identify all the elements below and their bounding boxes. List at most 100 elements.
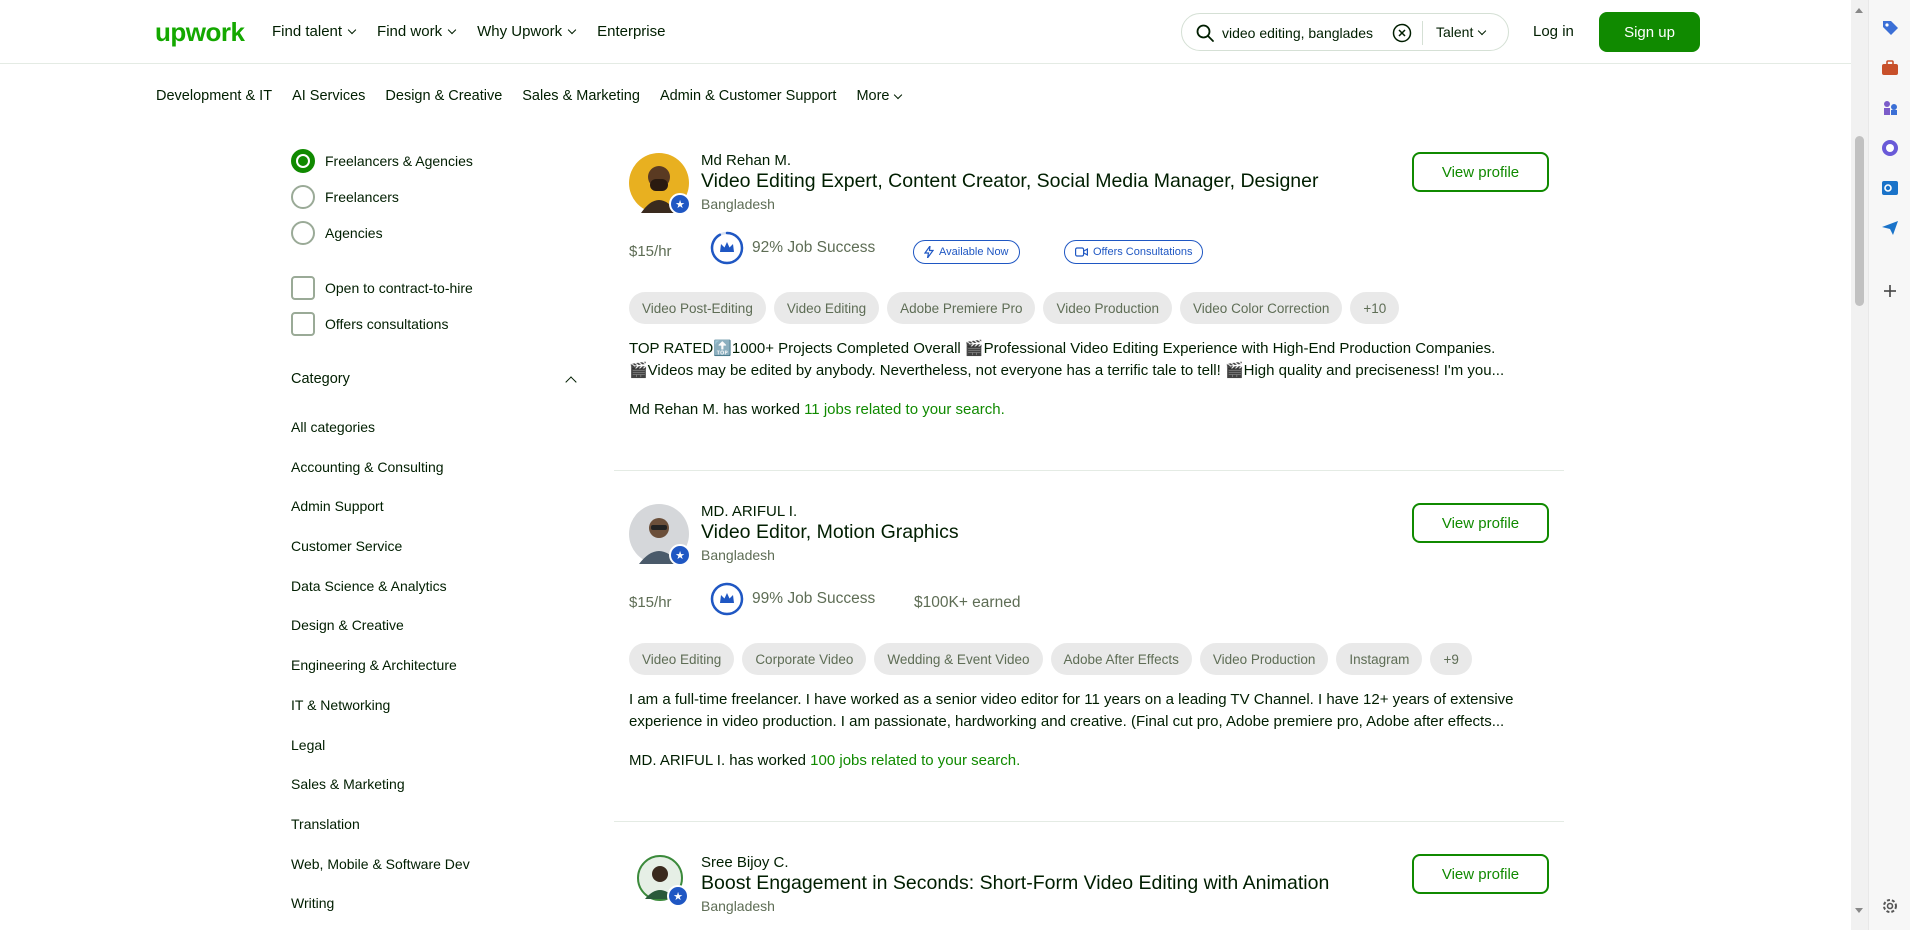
- freelancer-card[interactable]: ★ MD. ARIFUL I. Video Editor, Motion Gra…: [614, 501, 1564, 801]
- catnav-development-it[interactable]: Development & IT: [156, 88, 272, 104]
- category-web-mobile-dev[interactable]: Web, Mobile & Software Dev: [291, 856, 470, 872]
- page-scrollbar[interactable]: [1851, 0, 1868, 930]
- catnav-admin-support[interactable]: Admin & Customer Support: [660, 88, 837, 104]
- skill-tag[interactable]: Video Production: [1043, 292, 1173, 324]
- filter-contract-to-hire[interactable]: Open to contract-to-hire: [291, 276, 473, 300]
- skill-tag[interactable]: Video Editing: [773, 292, 880, 324]
- nav-find-work[interactable]: Find work: [377, 23, 457, 40]
- checkbox[interactable]: [291, 276, 315, 300]
- skill-tag[interactable]: Corporate Video: [742, 643, 867, 675]
- nav-enterprise[interactable]: Enterprise: [597, 23, 665, 40]
- chevron-up-icon[interactable]: [565, 375, 577, 388]
- filter-radio-agencies[interactable]: Agencies: [291, 221, 383, 245]
- job-success-ring-icon: [710, 231, 744, 265]
- search-input[interactable]: [1222, 22, 1387, 44]
- radio[interactable]: [291, 185, 315, 209]
- checkbox-label: Open to contract-to-hire: [325, 280, 473, 296]
- radio[interactable]: [291, 221, 315, 245]
- briefcase-icon[interactable]: [1880, 58, 1900, 78]
- available-now-badge: Available Now: [913, 240, 1020, 264]
- search-bar: Talent: [1181, 13, 1509, 51]
- skill-tag[interactable]: Video Post-Editing: [629, 292, 766, 324]
- outlook-icon[interactable]: [1880, 178, 1900, 198]
- view-profile-button[interactable]: View profile: [1412, 503, 1549, 543]
- avatar[interactable]: ★: [629, 153, 691, 215]
- category-admin-support[interactable]: Admin Support: [291, 498, 384, 514]
- radio-selected[interactable]: [291, 149, 315, 173]
- chevron-down-icon: [347, 25, 357, 35]
- main-nav: Find talent Find work Why Upwork Enterpr…: [272, 23, 665, 40]
- jobs-worked-link[interactable]: 100 jobs related to your search.: [810, 752, 1020, 769]
- send-icon[interactable]: [1880, 218, 1900, 238]
- more-skills-tag[interactable]: +9: [1430, 643, 1472, 675]
- view-profile-button[interactable]: View profile: [1412, 152, 1549, 192]
- nav-why-upwork[interactable]: Why Upwork: [477, 23, 577, 40]
- checkbox[interactable]: [291, 312, 315, 336]
- view-profile-button[interactable]: View profile: [1412, 854, 1549, 894]
- freelancer-title[interactable]: Video Editing Expert, Content Creator, S…: [701, 170, 1319, 193]
- category-data-science[interactable]: Data Science & Analytics: [291, 578, 447, 594]
- freelancer-country: Bangladesh: [701, 898, 775, 914]
- freelancer-title[interactable]: Boost Engagement in Seconds: Short-Form …: [701, 872, 1329, 895]
- skill-tag[interactable]: Video Editing: [629, 643, 735, 675]
- freelancer-description[interactable]: TOP RATED🔝1000+ Projects Completed Overa…: [629, 338, 1549, 382]
- skill-tag[interactable]: Instagram: [1336, 643, 1423, 675]
- category-all[interactable]: All categories: [291, 419, 375, 435]
- filter-radio-freelancers[interactable]: Freelancers: [291, 185, 399, 209]
- freelancer-name[interactable]: Md Rehan M.: [701, 152, 791, 169]
- skill-tag[interactable]: Adobe Premiere Pro: [887, 292, 1036, 324]
- freelancer-name[interactable]: MD. ARIFUL I.: [701, 503, 797, 520]
- avatar[interactable]: ★: [637, 855, 689, 907]
- upwork-logo[interactable]: upwork: [155, 17, 245, 48]
- chess-piece-icon[interactable]: [1880, 98, 1900, 118]
- scroll-up-arrow-icon[interactable]: [1855, 8, 1863, 13]
- freelancer-title[interactable]: Video Editor, Motion Graphics: [701, 521, 959, 544]
- category-accounting[interactable]: Accounting & Consulting: [291, 459, 444, 475]
- scroll-down-arrow-icon[interactable]: [1855, 908, 1863, 913]
- signup-button[interactable]: Sign up: [1599, 12, 1700, 52]
- jobs-worked: Md Rehan M. has worked 11 jobs related t…: [629, 401, 1005, 418]
- login-link[interactable]: Log in: [1533, 23, 1574, 40]
- catnav-ai-services[interactable]: AI Services: [292, 88, 365, 104]
- category-legal[interactable]: Legal: [291, 737, 325, 753]
- add-icon[interactable]: [1880, 281, 1900, 301]
- avatar[interactable]: ★: [629, 504, 691, 566]
- scrollbar-thumb[interactable]: [1855, 136, 1864, 306]
- category-writing[interactable]: Writing: [291, 895, 334, 911]
- nav-find-talent[interactable]: Find talent: [272, 23, 357, 40]
- category-section-header[interactable]: Category: [291, 371, 579, 388]
- more-skills-tag[interactable]: +10: [1350, 292, 1400, 324]
- settings-icon[interactable]: [1880, 896, 1900, 916]
- filter-offers-consultations[interactable]: Offers consultations: [291, 312, 448, 336]
- catnav-design-creative[interactable]: Design & Creative: [385, 88, 502, 104]
- category-it-networking[interactable]: IT & Networking: [291, 697, 390, 713]
- copilot-icon[interactable]: [1880, 138, 1900, 158]
- card-divider: [614, 821, 1564, 822]
- search-type-select[interactable]: Talent: [1436, 24, 1487, 40]
- catnav-sales-marketing[interactable]: Sales & Marketing: [522, 88, 640, 104]
- freelancer-card[interactable]: ★ Sree Bijoy C. Boost Engagement in Seco…: [614, 852, 1564, 930]
- skills-list: Video Editing Corporate Video Wedding & …: [629, 643, 1472, 675]
- jobs-worked-link[interactable]: 11 jobs related to your search.: [804, 401, 1005, 418]
- top-rated-badge-icon: ★: [669, 544, 691, 566]
- clear-search-icon[interactable]: [1392, 23, 1412, 43]
- category-translation[interactable]: Translation: [291, 816, 360, 832]
- badge-label: Available Now: [939, 246, 1009, 258]
- skill-tag[interactable]: Adobe After Effects: [1050, 643, 1192, 675]
- chevron-down-icon: [567, 25, 577, 35]
- tag-icon[interactable]: [1880, 18, 1900, 38]
- catnav-more[interactable]: More: [856, 88, 903, 104]
- category-customer-service[interactable]: Customer Service: [291, 538, 402, 554]
- freelancer-name[interactable]: Sree Bijoy C.: [701, 854, 789, 871]
- category-engineering[interactable]: Engineering & Architecture: [291, 657, 457, 673]
- freelancer-card[interactable]: ★ Md Rehan M. Video Editing Expert, Cont…: [614, 150, 1564, 450]
- filter-radio-freelancers-agencies[interactable]: Freelancers & Agencies: [291, 149, 473, 173]
- skill-tag[interactable]: Video Production: [1199, 643, 1329, 675]
- freelancer-country: Bangladesh: [701, 196, 775, 212]
- category-sales-marketing[interactable]: Sales & Marketing: [291, 776, 405, 792]
- category-design-creative[interactable]: Design & Creative: [291, 617, 404, 633]
- skill-tag[interactable]: Wedding & Event Video: [874, 643, 1043, 675]
- skill-tag[interactable]: Video Color Correction: [1180, 292, 1343, 324]
- search-icon[interactable]: [1195, 23, 1215, 43]
- freelancer-description[interactable]: I am a full-time freelancer. I have work…: [629, 689, 1549, 733]
